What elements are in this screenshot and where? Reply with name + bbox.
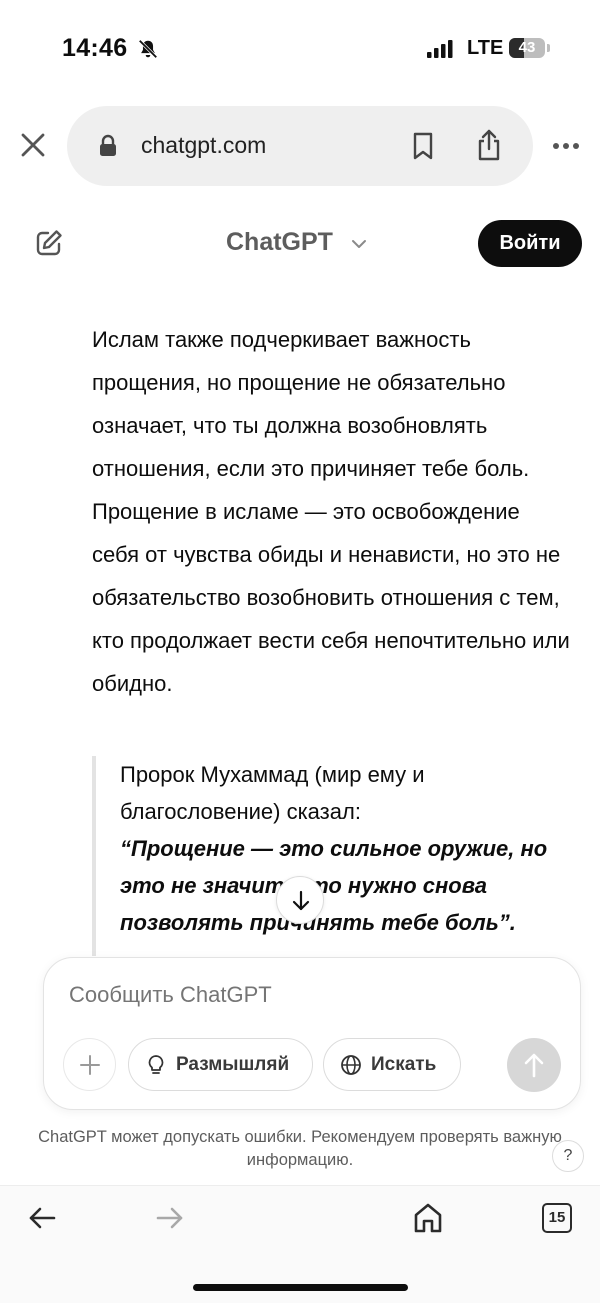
login-button[interactable]: Войти (478, 220, 582, 267)
quote-text: “Прощение — это сильное оружие, но это н… (120, 836, 548, 935)
lock-icon (100, 134, 116, 156)
status-bar: 14:46 LTE 43 (0, 0, 600, 96)
lightbulb-icon (148, 1055, 164, 1074)
assistant-message: Ислам также подчеркивает важность прощен… (92, 327, 570, 696)
search-button[interactable]: Искать (323, 1038, 461, 1091)
search-label: Искать (371, 1054, 437, 1075)
url-text[interactable]: chatgpt.com (141, 132, 266, 159)
battery-tip (547, 44, 550, 52)
globe-icon (341, 1055, 361, 1075)
arrow-up-icon (524, 1053, 544, 1078)
scroll-down-button[interactable] (276, 876, 324, 924)
bell-off-icon (138, 39, 158, 59)
think-button[interactable]: Размышляй (128, 1038, 313, 1091)
blockquote: Пророк Мухаммад (мир ему и благословение… (92, 756, 582, 956)
signal-icon (427, 40, 453, 58)
back-arrow-icon[interactable] (28, 1206, 56, 1230)
chevron-down-icon[interactable] (351, 238, 367, 250)
close-icon[interactable] (18, 130, 48, 160)
home-icon[interactable] (413, 1202, 443, 1234)
send-button[interactable] (507, 1038, 561, 1092)
composer: Размышляй Искать (43, 957, 581, 1110)
url-bar[interactable] (67, 106, 533, 186)
disclaimer: ChatGPT может допускать ошибки. Рекоменд… (38, 1128, 562, 1169)
model-selector[interactable]: ChatGPT (226, 228, 333, 257)
bookmark-icon[interactable] (411, 131, 435, 161)
arrow-down-icon (292, 890, 310, 911)
help-button[interactable]: ? (552, 1140, 584, 1172)
quote-intro: Пророк Мухаммад (мир ему и благословение… (120, 762, 425, 824)
more-icon[interactable] (552, 141, 580, 151)
status-time: 14:46 (62, 34, 128, 62)
attach-button[interactable] (63, 1038, 116, 1091)
message-input[interactable] (69, 982, 549, 1008)
battery-icon: 43 (509, 38, 545, 58)
plus-icon (80, 1055, 100, 1075)
forward-arrow-icon[interactable] (156, 1206, 184, 1230)
tabs-count-button[interactable]: 15 (542, 1203, 572, 1233)
new-chat-icon[interactable] (34, 228, 64, 258)
share-icon[interactable] (476, 128, 502, 162)
home-indicator (193, 1284, 408, 1291)
network-type: LTE (467, 37, 504, 59)
think-label: Размышляй (176, 1054, 290, 1075)
battery-level: 43 (518, 39, 536, 56)
